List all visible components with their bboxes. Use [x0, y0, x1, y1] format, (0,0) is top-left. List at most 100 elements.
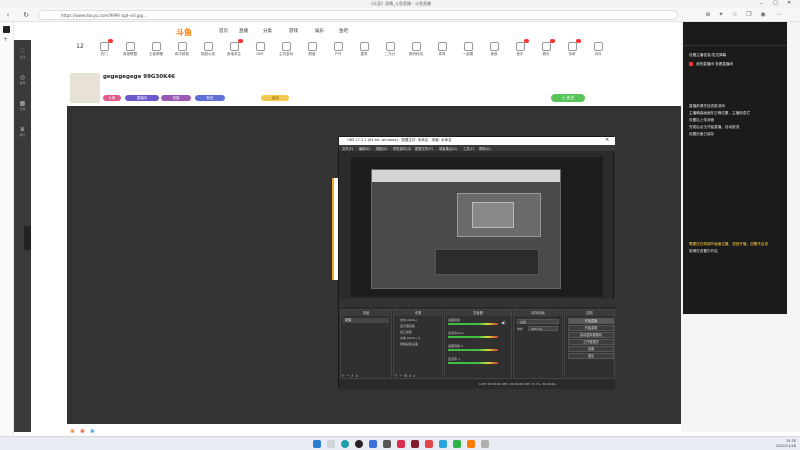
app-icon[interactable] [397, 440, 405, 448]
app-icon[interactable] [481, 440, 489, 448]
virtual-camera-button[interactable]: 启动虚拟摄像机 [568, 332, 614, 338]
window-title: 《天涯》直播_斗鱼直播 - 斗鱼直播 [369, 1, 431, 6]
category-item[interactable]: 颜值 [301, 42, 323, 57]
add-icon[interactable]: + [3, 36, 8, 43]
studio-mode-button[interactable]: 工作室模式 [568, 339, 614, 345]
search-icon[interactable] [327, 440, 335, 448]
topnav-live[interactable]: 直播 [239, 28, 248, 34]
topnav-entertainment[interactable]: 娱乐 [315, 28, 324, 34]
gift-icon[interactable]: ❀ [80, 428, 85, 435]
source-item[interactable]: 视频采集设备 [400, 342, 418, 346]
category-item[interactable]: 数码科技 [405, 42, 427, 57]
gift-icon[interactable]: ❀ [70, 428, 75, 435]
nav-category[interactable]: ▦ 分类 [14, 100, 31, 111]
category-item[interactable]: 音乐 [509, 39, 531, 57]
taskbar: 15:30 2022/11/16 [0, 436, 800, 450]
topnav-fishbar[interactable]: 鱼吧 [339, 28, 348, 34]
category-item[interactable]: 星秀 [353, 42, 375, 57]
category-item[interactable]: 英雄联盟 [119, 42, 141, 57]
category-item[interactable]: 传奇 [561, 39, 583, 57]
category-icon [567, 42, 577, 51]
app-icon[interactable] [453, 440, 461, 448]
avatar[interactable] [70, 73, 100, 103]
nav-recommend[interactable]: ◎ 推荐 [14, 74, 31, 85]
category-item[interactable]: 聊天 [535, 39, 557, 57]
minimize-icon[interactable]: – [760, 1, 763, 7]
topnav-category[interactable]: 分类 [263, 28, 272, 34]
obs-window[interactable]: OBS 27.2.1 (64-bit, windows) - 配置文件: 未命名… [338, 136, 615, 389]
app-icon[interactable] [439, 440, 447, 448]
nav-follow[interactable]: ♡ 关注 [14, 48, 31, 59]
source-item[interactable]: 窗口采集 [400, 330, 412, 334]
menu-icon[interactable]: ⋯ [776, 12, 782, 18]
obs-preview[interactable] [351, 157, 603, 297]
obs-close-icon[interactable]: ✕ [605, 137, 609, 143]
nav-rank[interactable]: ♛ 排行 [14, 126, 31, 137]
maximize-icon[interactable]: ▢ [773, 0, 778, 6]
zoom-icon[interactable]: ⊕ [705, 12, 711, 18]
app-icon[interactable] [467, 440, 475, 448]
app-icon[interactable] [425, 440, 433, 448]
sidebar-collapse-handle[interactable] [24, 226, 31, 250]
gift-bar: ❀ ❀ ❀ [70, 428, 120, 436]
start-recording-button[interactable]: 开始录制 [568, 325, 614, 331]
source-item[interactable]: 文本 (GDI+) [400, 318, 417, 322]
category-item[interactable]: 二次元 [379, 42, 401, 57]
category-item[interactable]: 户外 [327, 42, 349, 57]
obs-menu-scenecollection[interactable]: 场景集合(S) [439, 146, 457, 151]
speaker-icon[interactable]: ◀) [501, 320, 506, 325]
category-item[interactable]: 绝地求生 [223, 39, 245, 57]
category-item[interactable]: DNF [249, 42, 271, 56]
app-icon[interactable] [383, 440, 391, 448]
system-clock[interactable]: 15:30 2022/11/16 [776, 439, 796, 448]
scene-item[interactable]: 场景 [343, 318, 389, 323]
refresh-icon[interactable]: ↻ [22, 11, 30, 19]
start-streaming-button[interactable]: 开始直播 [568, 318, 614, 324]
source-item[interactable]: 显示器采集 [400, 324, 415, 328]
obs-menu-file[interactable]: 文件(F) [342, 146, 353, 151]
obs-app-icon[interactable] [355, 440, 363, 448]
app-icon[interactable] [411, 440, 419, 448]
exit-button[interactable]: 退出 [568, 353, 614, 359]
favorite-icon[interactable]: ☆ [732, 12, 738, 18]
back-icon[interactable]: ‹ [4, 11, 12, 19]
gift-icon[interactable]: ❀ [90, 428, 95, 435]
category-item[interactable]: 和平精英 [171, 42, 193, 57]
profile-icon[interactable]: ◉ [760, 12, 766, 18]
follow-button[interactable]: + 关注 [551, 94, 585, 102]
category-item[interactable]: 热门 [93, 39, 115, 57]
site-logo[interactable]: 斗鱼 [176, 27, 216, 37]
app-icon[interactable] [369, 440, 377, 448]
obs-menu-tools[interactable]: 工具(T) [463, 146, 474, 151]
topnav-home[interactable]: 首页 [219, 28, 228, 34]
category-item[interactable]: 王者荣耀 [145, 42, 167, 57]
audio-meter [448, 349, 498, 351]
obs-menu-docks[interactable]: 停靠部件(D) [393, 146, 411, 151]
obs-menu-profile[interactable]: 配置文件(P) [415, 146, 433, 151]
transition-select[interactable]: 淡出 [517, 319, 559, 324]
obs-menu-view[interactable]: 视图(V) [376, 146, 387, 151]
extension-icon[interactable]: ✦ [718, 12, 724, 18]
settings-button[interactable]: 设置 [568, 346, 614, 352]
category-item[interactable]: 美食 [483, 42, 505, 57]
obs-preview-toolbar [339, 299, 615, 307]
obs-titlebar: OBS 27.2.1 (64-bit, windows) - 配置文件: 未命名… [339, 137, 615, 145]
category-item[interactable]: 一起看 [457, 42, 479, 57]
tab-icon[interactable] [3, 26, 10, 33]
address-bar[interactable]: https://www.douyu.com/9999 sgd-vid.jpg .… [38, 10, 678, 20]
transition-duration[interactable]: 300 ms [528, 326, 558, 331]
start-icon[interactable] [313, 440, 321, 448]
overlay-line: 完成后点击开始直播，自动推流 [689, 125, 740, 129]
obs-menu-help[interactable]: 帮助(H) [479, 146, 491, 151]
edge-icon[interactable] [341, 440, 349, 448]
collections-icon[interactable]: ❐ [746, 12, 752, 18]
close-icon[interactable]: ✕ [787, 0, 791, 6]
category-item[interactable]: 派对 [587, 42, 609, 57]
obs-menu-edit[interactable]: 编辑(E) [359, 146, 370, 151]
source-item[interactable]: 文本 (GDI+) 2 [400, 336, 420, 340]
category-item[interactable]: 穿越火线 [197, 42, 219, 57]
obs-menubar: 文件(F) 编辑(E) 视图(V) 停靠部件(D) 配置文件(P) 场景集合(S… [339, 145, 615, 151]
category-item[interactable]: 体育 [431, 42, 453, 57]
topnav-game[interactable]: 游戏 [289, 28, 298, 34]
category-item[interactable]: 主机游戏 [275, 42, 297, 57]
